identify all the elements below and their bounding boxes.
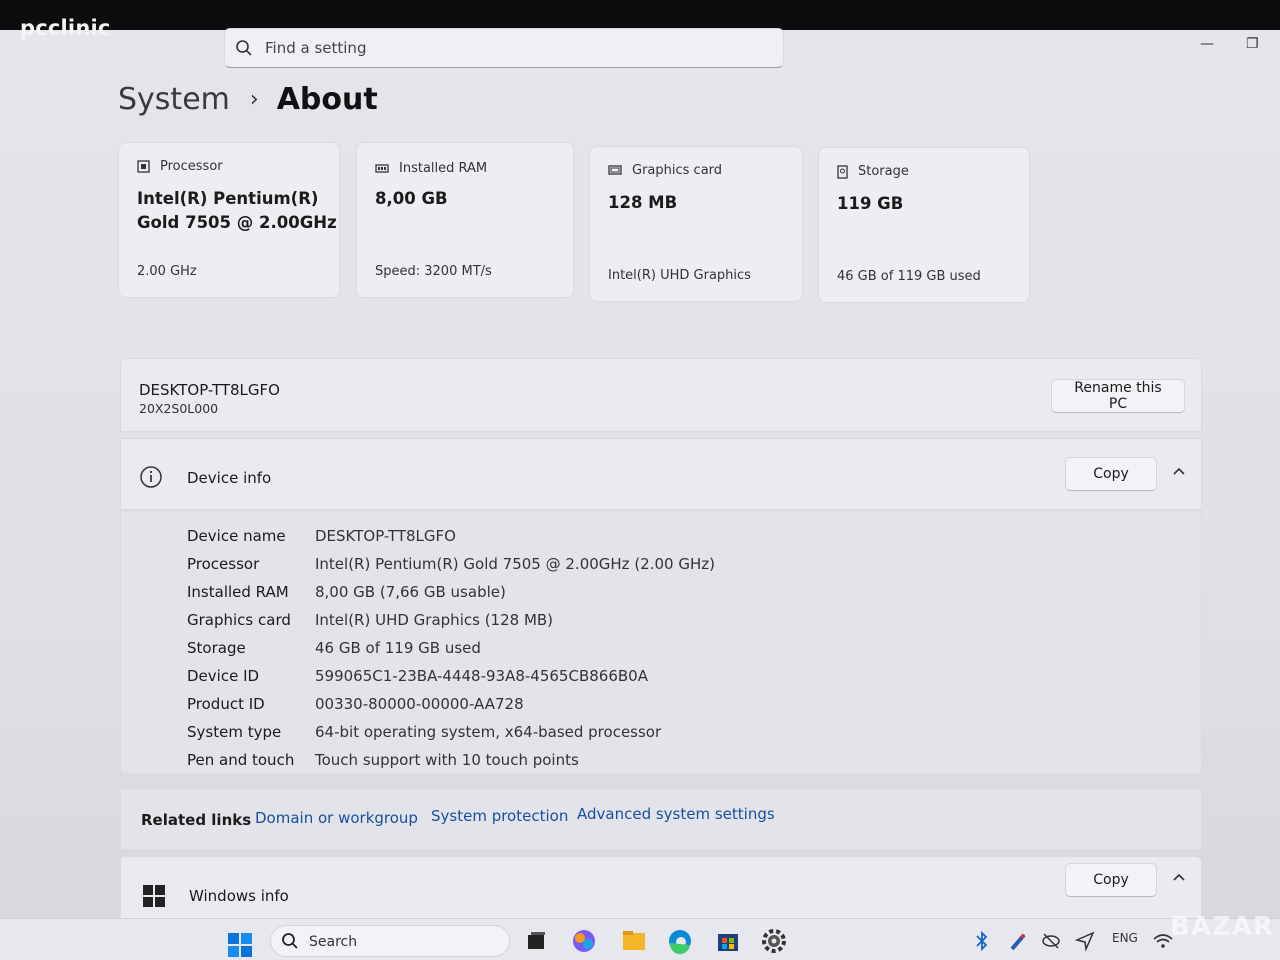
related-links-bar: Related links Domain or workgroup System… xyxy=(120,788,1202,850)
spec-row: Product ID 00330-80000-00000-AA728 xyxy=(187,695,524,713)
edge-icon[interactable] xyxy=(666,927,694,955)
spec-key: Pen and touch xyxy=(187,751,295,769)
ram-card: Installed RAM 8,00 GB Speed: 3200 MT/s xyxy=(356,142,574,298)
search-icon xyxy=(282,933,298,949)
rename-pc-button[interactable]: Rename this PC xyxy=(1051,379,1185,413)
top-bezel xyxy=(0,0,1280,30)
copy-windows-info-button[interactable]: Copy xyxy=(1065,863,1157,897)
taskbar-search-label: Search xyxy=(309,934,358,950)
card-value-line: Gold 7505 @ 2.00GHz xyxy=(137,213,337,232)
language-indicator[interactable]: ENG xyxy=(1112,931,1138,945)
copy-device-info-button[interactable]: Copy xyxy=(1065,457,1157,491)
graphics-card-card: Graphics card 128 MB Intel(R) UHD Graphi… xyxy=(589,146,803,302)
related-links-label: Related links xyxy=(141,811,252,829)
spec-value: 599065C1-23BA-4448-93A8-4565CB866B0A xyxy=(315,667,648,685)
breadcrumb-system[interactable]: System xyxy=(118,82,230,117)
card-label: Processor xyxy=(160,159,223,174)
chevron-up-icon[interactable] xyxy=(1171,869,1187,885)
ram-icon xyxy=(375,163,389,173)
device-info-body: Device name DESKTOP-TT8LGFO Processor Inte… xyxy=(120,510,1202,774)
advanced-system-settings-link[interactable]: Advanced system settings xyxy=(577,805,775,823)
spec-row: Pen and touch Touch support with 10 touch… xyxy=(187,751,579,769)
file-explorer-icon[interactable] xyxy=(620,927,648,955)
spec-row: Processor Intel(R) Pentium(R) Gold 7505 @… xyxy=(187,555,715,573)
spec-value: DESKTOP-TT8LGFO xyxy=(315,527,456,545)
card-sub: Intel(R) UHD Graphics xyxy=(608,268,751,283)
taskbar: Search ENG xyxy=(0,918,1280,960)
card-value-line: Intel(R) Pentium(R) xyxy=(137,189,319,208)
settings-gear-icon[interactable] xyxy=(760,927,788,955)
processor-icon xyxy=(137,160,150,173)
spec-row: Graphics card Intel(R) UHD Graphics (128 … xyxy=(187,611,553,629)
windows-info-header[interactable]: Windows info Copy xyxy=(120,856,1202,926)
spec-row: System type 64-bit operating system, x64-… xyxy=(187,723,661,741)
taskbar-search[interactable]: Search xyxy=(270,925,510,957)
spec-value: 00330-80000-00000-AA728 xyxy=(315,695,524,713)
search-input[interactable] xyxy=(265,35,765,61)
card-value: 119 GB xyxy=(837,194,904,213)
storage-icon xyxy=(837,164,848,179)
page-title: About xyxy=(276,82,378,117)
start-icon[interactable] xyxy=(226,931,254,959)
graphics-card-icon xyxy=(608,165,622,175)
spec-key: Product ID xyxy=(187,695,265,713)
spec-key: Installed RAM xyxy=(187,583,289,601)
card-value: 8,00 GB xyxy=(375,189,448,208)
spec-row: Device ID 599065C1-23BA-4448-93A8-4565CB8… xyxy=(187,667,648,685)
processor-card: Processor Intel(R) Pentium(R) Gold 7505 … xyxy=(118,142,340,298)
spec-key: Device ID xyxy=(187,667,260,685)
windows-logo-icon xyxy=(143,885,165,907)
domain-workgroup-link[interactable]: Domain or workgroup xyxy=(255,809,418,827)
card-label: Installed RAM xyxy=(399,161,488,176)
device-info-header[interactable]: Device info Copy xyxy=(120,438,1202,510)
card-label: Graphics card xyxy=(632,163,723,178)
settings-search-box[interactable] xyxy=(224,28,784,68)
hidden-icon[interactable] xyxy=(1040,927,1062,955)
spec-value: 64-bit operating system, x64-based proce… xyxy=(315,723,662,741)
system-protection-link[interactable]: System protection xyxy=(431,807,568,825)
spec-value: Intel(R) Pentium(R) Gold 7505 @ 2.00GHz … xyxy=(315,555,715,573)
chevron-up-icon[interactable] xyxy=(1171,463,1187,479)
pc-name-panel: DESKTOP-TT8LGFO 20X2S0L000 Rename this P… xyxy=(120,358,1202,432)
storage-card: Storage 119 GB 46 GB of 119 GB used xyxy=(818,147,1030,303)
card-sub: 2.00 GHz xyxy=(137,264,197,279)
chevron-right-icon: › xyxy=(249,87,259,112)
card-label: Storage xyxy=(858,164,909,179)
bazar-watermark: BAZAR xyxy=(1170,912,1274,942)
card-value: 128 MB xyxy=(608,193,678,212)
pc-name: DESKTOP-TT8LGFO xyxy=(139,381,280,399)
search-icon xyxy=(236,40,252,56)
brand-watermark: pcclinic xyxy=(20,16,111,40)
restore-icon[interactable]: ❐ xyxy=(1246,36,1259,52)
card-sub: 46 GB of 119 GB used xyxy=(837,269,981,284)
minimize-icon[interactable]: — xyxy=(1200,36,1214,52)
spec-key: Processor xyxy=(187,555,260,573)
card-value: Intel(R) Pentium(R) Gold 7505 @ 2.00GHz xyxy=(137,187,337,235)
copilot-icon[interactable] xyxy=(570,927,598,955)
bluetooth-icon[interactable] xyxy=(972,927,992,955)
spec-row: Device name DESKTOP-TT8LGFO xyxy=(187,527,456,545)
pc-model: 20X2S0L000 xyxy=(139,401,219,416)
breadcrumb: System › About xyxy=(118,82,378,117)
spec-value: Intel(R) UHD Graphics (128 MB) xyxy=(315,611,554,629)
spec-row: Storage 46 GB of 119 GB used xyxy=(187,639,481,657)
info-icon xyxy=(140,466,162,488)
spec-value: 8,00 GB (7,66 GB usable) xyxy=(315,583,506,601)
spec-key: System type xyxy=(187,723,282,741)
spec-row: Installed RAM 8,00 GB (7,66 GB usable) xyxy=(187,583,506,601)
spec-key: Storage xyxy=(187,639,246,657)
task-view-icon[interactable] xyxy=(522,927,550,955)
spec-key: Device name xyxy=(187,527,286,545)
device-info-title: Device info xyxy=(187,469,272,487)
spec-key: Graphics card xyxy=(187,611,291,629)
pen-icon[interactable] xyxy=(1008,927,1028,955)
location-icon[interactable] xyxy=(1074,927,1096,955)
store-icon[interactable] xyxy=(714,927,742,955)
windows-info-title: Windows info xyxy=(189,887,289,905)
spec-value: Touch support with 10 touch points xyxy=(315,751,579,769)
card-sub: Speed: 3200 MT/s xyxy=(375,264,492,279)
spec-value: 46 GB of 119 GB used xyxy=(315,639,481,657)
